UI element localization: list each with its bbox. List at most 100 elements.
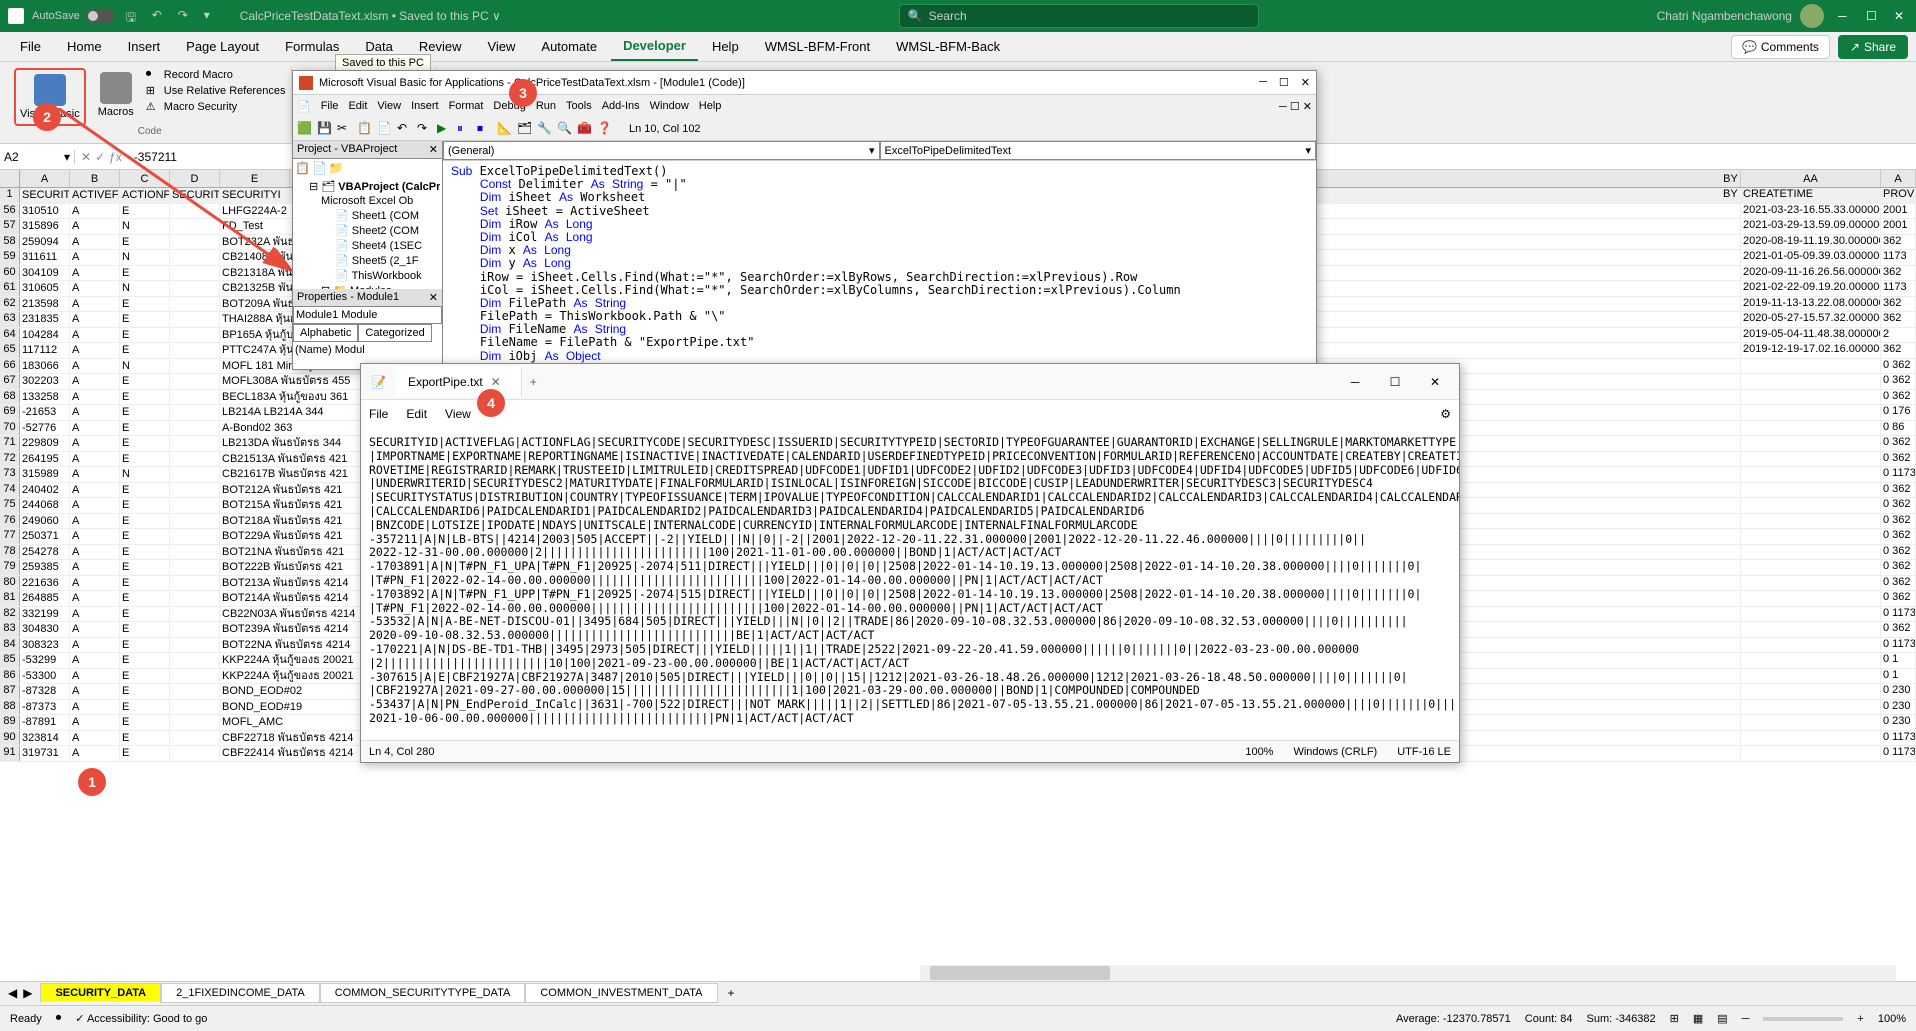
tree-workbook[interactable]: 📄 ThisWorkbook	[295, 268, 440, 283]
cell[interactable]: A	[70, 297, 120, 312]
cell[interactable]: -21653	[20, 405, 70, 420]
cell[interactable]	[1741, 622, 1881, 637]
cell[interactable]	[1741, 498, 1881, 513]
cell[interactable]: A	[70, 576, 120, 591]
cell[interactable]: E	[120, 390, 170, 405]
cell[interactable]	[170, 483, 220, 498]
table-row[interactable]: 0 362	[1721, 436, 1916, 452]
tab-help[interactable]: Help	[700, 33, 751, 60]
table-row[interactable]: 2019-05-04-11.48.38.0000002	[1721, 328, 1916, 344]
view-layout-icon[interactable]: ▦	[1693, 1012, 1703, 1025]
cell[interactable]	[170, 343, 220, 358]
props-tab-alpha[interactable]: Alphabetic	[293, 324, 358, 342]
macro-rec-icon[interactable]: ⏺	[56, 1012, 62, 1025]
cell[interactable]	[1741, 514, 1881, 529]
row-header-1[interactable]: 1	[0, 188, 20, 203]
cell[interactable]: 304830	[20, 622, 70, 637]
vba-restore-icon[interactable]: ─ ☐ ✕	[1279, 100, 1312, 113]
row-header[interactable]: 65	[0, 343, 20, 358]
cell[interactable]: 2021-03-23-16.55.33.000000	[1741, 204, 1881, 219]
tab-view[interactable]: View	[475, 33, 527, 60]
cell[interactable]: E	[120, 669, 170, 684]
cell[interactable]: E	[120, 297, 170, 312]
cell[interactable]: E	[120, 638, 170, 653]
table-row[interactable]: 0 230	[1721, 684, 1916, 700]
cell[interactable]: E	[120, 514, 170, 529]
cell[interactable]: -87328	[20, 684, 70, 699]
row-header[interactable]: 80	[0, 576, 20, 591]
scroll-thumb[interactable]	[930, 966, 1110, 980]
cell[interactable]: E	[120, 498, 170, 513]
cell[interactable]	[1741, 374, 1881, 389]
comments-button[interactable]: 💬 Comments	[1731, 35, 1830, 59]
close-icon[interactable]: ✕	[1417, 368, 1453, 396]
cell[interactable]: 315989	[20, 467, 70, 482]
table-row[interactable]: 0 1	[1721, 653, 1916, 669]
vba-menu-help[interactable]: Help	[699, 100, 722, 112]
settings-icon[interactable]: ⚙	[1440, 407, 1451, 421]
cell[interactable]: 264195	[20, 452, 70, 467]
table-row[interactable]: 0 362	[1721, 452, 1916, 468]
table-row[interactable]: 0 230	[1721, 715, 1916, 731]
cell[interactable]	[1741, 731, 1881, 746]
cell[interactable]: A	[70, 560, 120, 575]
col-aa[interactable]: AA	[1741, 170, 1881, 187]
tab-developer[interactable]: Developer	[611, 32, 698, 61]
cell[interactable]	[170, 421, 220, 436]
close-icon[interactable]: ✕	[1894, 9, 1908, 23]
cell[interactable]: A	[70, 436, 120, 451]
cell[interactable]	[170, 607, 220, 622]
tab-pagelayout[interactable]: Page Layout	[174, 33, 271, 60]
cell[interactable]: 244068	[20, 498, 70, 513]
cell[interactable]: A	[70, 374, 120, 389]
cell[interactable]	[170, 638, 220, 653]
cell[interactable]: A	[70, 591, 120, 606]
np-menu-view[interactable]: View	[445, 407, 471, 421]
row-header[interactable]: 70	[0, 421, 20, 436]
vba-menu-addins[interactable]: Add-Ins	[602, 100, 640, 112]
cell[interactable]: A	[70, 343, 120, 358]
cell[interactable]: 2020-09-11-16.26.56.000000	[1741, 266, 1881, 281]
vba-menu-file[interactable]: File	[321, 100, 339, 112]
cell[interactable]: E	[120, 715, 170, 730]
cell[interactable]	[170, 328, 220, 343]
cell[interactable]: -52776	[20, 421, 70, 436]
cell[interactable]: -87373	[20, 700, 70, 715]
tab-file[interactable]: File	[8, 33, 53, 60]
row-header[interactable]: 81	[0, 591, 20, 606]
cell[interactable]	[1741, 591, 1881, 606]
object-icon[interactable]: 🔍	[557, 121, 573, 137]
table-row[interactable]: 2021-03-29-13.59.09.0000002001	[1721, 219, 1916, 235]
cell[interactable]: 259385	[20, 560, 70, 575]
cut-icon[interactable]: ✂	[337, 121, 353, 137]
cell[interactable]	[170, 545, 220, 560]
folder-icon[interactable]: 📁	[329, 161, 344, 175]
cell[interactable]: A	[70, 731, 120, 746]
cell[interactable]: 310605	[20, 281, 70, 296]
cell[interactable]	[170, 405, 220, 420]
row-header[interactable]: 84	[0, 638, 20, 653]
cell[interactable]	[170, 359, 220, 374]
cell[interactable]	[170, 746, 220, 761]
row-header[interactable]: 67	[0, 374, 20, 389]
tree-sheet4[interactable]: 📄 Sheet4 (1SEC	[295, 238, 440, 253]
design-icon[interactable]: 📐	[497, 121, 513, 137]
vba-editor-window[interactable]: Microsoft Visual Basic for Applications …	[292, 70, 1317, 370]
select-all[interactable]	[0, 170, 20, 187]
cell[interactable]: 2019-11-13-13.22.08.000000	[1741, 297, 1881, 312]
cell[interactable]: E	[120, 529, 170, 544]
redo-icon[interactable]: ↷	[178, 8, 194, 24]
table-row[interactable]: 2020-08-19-11.19.30.000000362	[1721, 235, 1916, 251]
cell[interactable]: E	[120, 452, 170, 467]
tab-automate[interactable]: Automate	[529, 33, 609, 60]
cell[interactable]: 0 362	[1881, 390, 1916, 405]
vba-menu-run[interactable]: Run	[536, 100, 556, 112]
notepad-content[interactable]: SECURITYID|ACTIVEFLAG|ACTIONFLAG|SECURIT…	[361, 428, 1459, 734]
table-row[interactable]: 2019-12-19-17.02.16.000000362	[1721, 343, 1916, 359]
cell[interactable]	[1741, 467, 1881, 482]
table-row[interactable]: 0 362	[1721, 591, 1916, 607]
props-icon[interactable]: 🔧	[537, 121, 553, 137]
cell[interactable]: 254278	[20, 545, 70, 560]
cell[interactable]: E	[120, 436, 170, 451]
cell[interactable]: E	[120, 312, 170, 327]
